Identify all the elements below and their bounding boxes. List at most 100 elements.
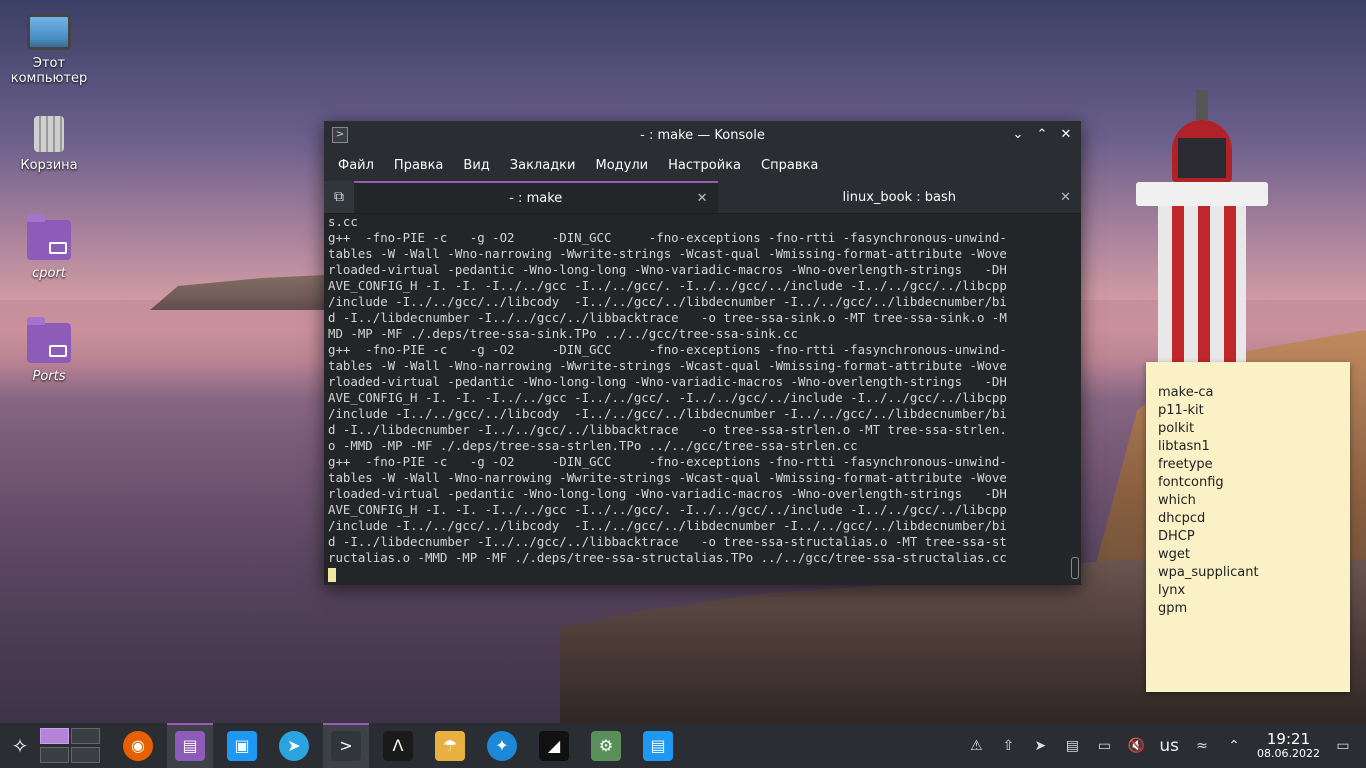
menu-plugins[interactable]: Модули bbox=[585, 158, 658, 173]
terminal-scrollbar[interactable] bbox=[1068, 214, 1081, 585]
telegram-tray-icon[interactable]: ➤ bbox=[1031, 737, 1049, 755]
maximize-icon[interactable]: ⌃ bbox=[1035, 125, 1049, 145]
wifi-icon[interactable]: ≈ bbox=[1193, 737, 1211, 755]
notifications-icon[interactable]: ⚠ bbox=[967, 737, 985, 755]
desktop-1[interactable] bbox=[40, 727, 69, 744]
note-item: DHCP bbox=[1158, 529, 1195, 544]
new-tab-icon[interactable]: ⧉ bbox=[324, 181, 354, 213]
terminal-cursor-line[interactable] bbox=[328, 566, 1068, 582]
terminal-line: tables -W -Wall -Wno-narrowing -Wwrite-s… bbox=[328, 470, 1007, 485]
desktop-4[interactable] bbox=[71, 746, 100, 763]
show-desktop-icon[interactable]: ▭ bbox=[1334, 737, 1352, 755]
settings-icon: ⚙ bbox=[591, 730, 621, 761]
note-item: p11-kit bbox=[1158, 403, 1204, 418]
terminal-line: AVE_CONFIG_H -I. -I. -I../../gcc -I../..… bbox=[328, 390, 1007, 405]
virtual-desktop-pager[interactable] bbox=[40, 727, 102, 764]
desktop-icon-cport[interactable]: cport bbox=[1, 214, 97, 281]
terminal-line: rloaded-virtual -pedantic -Wno-long-long… bbox=[328, 486, 1007, 501]
keyboard-layout[interactable]: us bbox=[1159, 736, 1179, 756]
desktop-icon-computer[interactable]: Этот компьютер bbox=[1, 14, 97, 86]
taskbar-app[interactable]: ➤ bbox=[271, 723, 317, 768]
clock-date: 08.06.2022 bbox=[1257, 746, 1320, 760]
terminal-line: ructalias.o -MMD -MP -MF ./.deps/tree-ss… bbox=[328, 550, 1007, 565]
menu-file[interactable]: Файл bbox=[328, 158, 384, 173]
menu-edit[interactable]: Правка bbox=[384, 158, 453, 173]
terminal-line: rloaded-virtual -pedantic -Wno-long-long… bbox=[328, 262, 1007, 277]
desktop-icon-label: Ports bbox=[32, 369, 66, 384]
desktop-icon-trash[interactable]: Корзина bbox=[1, 116, 97, 173]
taskbar-app[interactable]: ⚙ bbox=[583, 723, 629, 768]
minimize-icon[interactable]: ⌄ bbox=[1011, 125, 1025, 145]
store-icon: ▣ bbox=[227, 730, 257, 761]
terminal-line: g++ -fno-PIE -c -g -O2 -DIN_GCC -fno-exc… bbox=[328, 230, 1007, 245]
tab-label: - : make bbox=[509, 190, 563, 206]
konsole-icon: > bbox=[331, 730, 361, 761]
note-item: lynx bbox=[1158, 583, 1186, 598]
desktop-3[interactable] bbox=[40, 746, 69, 763]
menu-view[interactable]: Вид bbox=[453, 158, 499, 173]
sticky-note[interactable]: make-ca p11-kit polkit libtasn1 freetype font… bbox=[1146, 362, 1350, 692]
firefox-icon: ◉ bbox=[123, 730, 153, 761]
close-tab-icon[interactable]: ✕ bbox=[1060, 190, 1071, 205]
menu-settings[interactable]: Настройка bbox=[658, 158, 751, 173]
taskbar-app[interactable]: ◉ bbox=[115, 723, 161, 768]
close-tab-icon[interactable]: ✕ bbox=[697, 191, 708, 206]
terminal-line: g++ -fno-PIE -c -g -O2 -DIN_GCC -fno-exc… bbox=[328, 342, 1007, 357]
konsole-window[interactable]: > - : make — Konsole ⌄ ⌃ ✕ Файл Правка В… bbox=[324, 121, 1081, 585]
terminal-line: d -I../libdecnumber -I../../gcc/../libba… bbox=[328, 422, 1007, 437]
menu-help[interactable]: Справка bbox=[751, 158, 828, 173]
folder-link-icon bbox=[27, 214, 71, 260]
tab-linux-book[interactable]: linux_book : bash ✕ bbox=[717, 181, 1081, 213]
taskbar-app[interactable]: Λ bbox=[375, 723, 421, 768]
desktop-icon-label: Этот компьютер bbox=[10, 56, 88, 86]
note-item: which bbox=[1158, 493, 1196, 508]
clipboard-icon[interactable]: ▤ bbox=[1063, 737, 1081, 755]
taskbar-app[interactable]: ◢ bbox=[531, 723, 577, 768]
app-menu-icon[interactable]: ✧ bbox=[0, 723, 40, 768]
volume-muted-icon[interactable]: 🔇 bbox=[1127, 737, 1145, 755]
menubar: Файл Правка Вид Закладки Модули Настройк… bbox=[324, 149, 1081, 181]
terminal-line: g++ -fno-PIE -c -g -O2 -DIN_GCC -fno-exc… bbox=[328, 454, 1007, 469]
computer-icon bbox=[27, 14, 71, 50]
clock[interactable]: 19:21 08.06.2022 bbox=[1257, 731, 1320, 761]
taskbar-app[interactable]: > bbox=[323, 723, 369, 768]
app-umbrella-icon: ☂ bbox=[435, 730, 465, 761]
folder-link-icon bbox=[27, 317, 71, 363]
updates-icon[interactable]: ⇧ bbox=[999, 737, 1017, 755]
browser-icon: ✦ bbox=[487, 730, 517, 761]
task-manager: ◉ ▤ ▣ ➤ > Λ ☂ ✦ ◢ ⚙ ▤ bbox=[112, 723, 684, 768]
terminal-line: s.cc bbox=[328, 214, 358, 229]
terminal-line: tables -W -Wall -Wno-narrowing -Wwrite-s… bbox=[328, 358, 1007, 373]
note-item: gpm bbox=[1158, 601, 1188, 616]
window-titlebar[interactable]: > - : make — Konsole ⌄ ⌃ ✕ bbox=[324, 121, 1081, 149]
note-item: make-ca bbox=[1158, 385, 1214, 400]
telegram-icon: ➤ bbox=[279, 730, 309, 761]
clock-time: 19:21 bbox=[1266, 729, 1311, 748]
battery-icon[interactable]: ▭ bbox=[1095, 737, 1113, 755]
terminal-output[interactable]: s.cc g++ -fno-PIE -c -g -O2 -DIN_GCC -fno… bbox=[324, 214, 1068, 585]
taskbar-app[interactable]: ▤ bbox=[635, 723, 681, 768]
taskbar-app[interactable]: ☂ bbox=[427, 723, 473, 768]
menu-bookmarks[interactable]: Закладки bbox=[500, 158, 586, 173]
taskbar-app[interactable]: ▤ bbox=[167, 723, 213, 768]
note-item: polkit bbox=[1158, 421, 1195, 436]
chevron-up-icon[interactable]: ⌃ bbox=[1225, 737, 1243, 755]
desktop-icon-ports[interactable]: Ports bbox=[1, 317, 97, 384]
terminal-line: AVE_CONFIG_H -I. -I. -I../../gcc -I../..… bbox=[328, 278, 1007, 293]
taskbar-app[interactable]: ✦ bbox=[479, 723, 525, 768]
tab-make[interactable]: - : make ✕ bbox=[354, 181, 718, 213]
terminal-line: tables -W -Wall -Wno-narrowing -Wwrite-s… bbox=[328, 246, 1007, 261]
terminal-line: /include -I../../gcc/../libcody -I../../… bbox=[328, 406, 1007, 421]
desktop-icon-label: Корзина bbox=[20, 158, 78, 173]
desktop-2[interactable] bbox=[71, 727, 100, 744]
file-manager-icon: ▤ bbox=[175, 730, 205, 761]
terminal-cursor bbox=[328, 567, 336, 582]
note-item: wpa_supplicant bbox=[1158, 565, 1259, 580]
note-item: freetype bbox=[1158, 457, 1213, 472]
terminal-line: d -I../libdecnumber -I../../gcc/../libba… bbox=[328, 310, 1007, 325]
taskbar-app[interactable]: ▣ bbox=[219, 723, 265, 768]
system-tray: ⚠ ⇧ ➤ ▤ ▭ 🔇 us ≈ ⌃ 19:21 08.06.2022 ▭ bbox=[967, 731, 1366, 761]
close-icon[interactable]: ✕ bbox=[1059, 125, 1073, 145]
note-item: dhcpcd bbox=[1158, 511, 1206, 526]
note-item: libtasn1 bbox=[1158, 439, 1210, 454]
